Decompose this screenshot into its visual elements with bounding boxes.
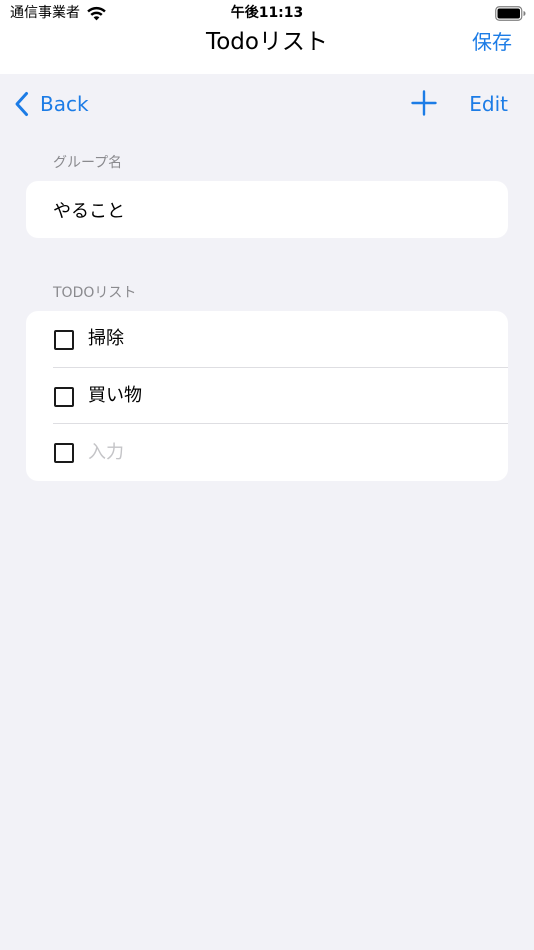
todo-item-label: 掃除 — [88, 328, 124, 349]
group-name-field[interactable] — [53, 181, 493, 238]
todo-list-card: 掃除 買い物 — [26, 311, 508, 481]
battery-full-icon — [495, 6, 526, 21]
group-name-header: グループ名 — [53, 155, 123, 171]
toolbar: Back Edit — [0, 74, 534, 132]
back-label: Back — [40, 92, 89, 116]
chevron-left-icon — [15, 92, 28, 116]
checkbox[interactable] — [54, 330, 74, 350]
status-bar: 通信事業者 午後11:13 — [0, 0, 534, 26]
page-title: Todoリスト — [206, 29, 328, 55]
todo-item-label: 買い物 — [88, 385, 142, 406]
back-button[interactable]: Back — [14, 87, 89, 121]
edit-button[interactable]: Edit — [469, 89, 508, 119]
new-todo-input[interactable] — [88, 424, 488, 480]
checkbox[interactable] — [54, 387, 74, 407]
new-todo-row — [26, 424, 508, 481]
todo-list-header: TODOリスト — [53, 285, 137, 301]
checkbox[interactable] — [54, 443, 74, 463]
todo-item[interactable]: 掃除 — [26, 311, 508, 368]
group-name-card — [26, 181, 508, 238]
status-time: 午後11:13 — [230, 5, 304, 21]
top-bar: 通信事業者 午後11:13 Todoリスト 保存 — [0, 0, 534, 74]
save-button[interactable]: 保存 — [472, 27, 512, 57]
todo-item[interactable]: 買い物 — [26, 368, 508, 425]
plus-icon[interactable] — [411, 90, 437, 116]
